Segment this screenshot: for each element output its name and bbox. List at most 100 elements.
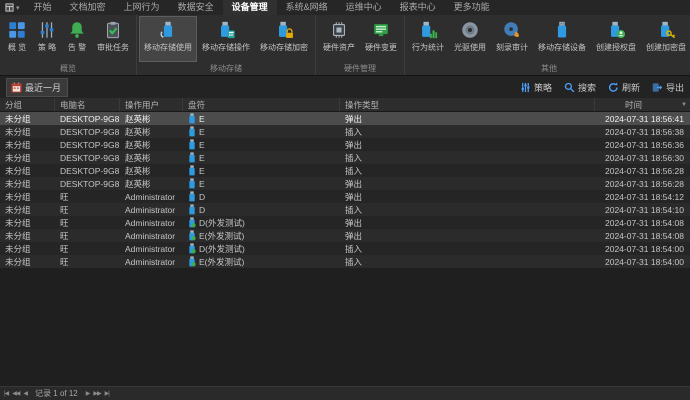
column-header-2[interactable]: 操作用户 <box>120 98 183 111</box>
cell-time: 2024-07-31 18:56:28 <box>595 179 690 189</box>
menu-tab-0[interactable]: 开始 <box>25 0 61 15</box>
usb-usage-icon <box>158 20 178 40</box>
cell-group: 未分组 <box>0 243 55 255</box>
pager-right-button-1[interactable]: ▶▶ <box>93 390 100 397</box>
ribbon-button-label: 告 警 <box>68 42 86 53</box>
menu-tab-5[interactable]: 系统&网络 <box>277 0 337 15</box>
column-header-1[interactable]: 电脑名 <box>55 98 120 111</box>
create-grant-disk-icon <box>606 20 626 40</box>
usb-operation-icon <box>216 20 236 40</box>
ribbon-button-label: 光驱使用 <box>454 42 486 53</box>
toolbar-action-0[interactable]: 策略 <box>520 81 552 94</box>
menu-tab-3[interactable]: 数据安全 <box>169 0 223 15</box>
cell-group: 未分组 <box>0 217 55 229</box>
column-header-label: 电脑名 <box>60 99 86 111</box>
cell-time: 2024-07-31 18:54:08 <box>595 231 690 241</box>
toolbar-action-3[interactable]: 导出 <box>652 81 684 94</box>
table-row-9[interactable]: 未分组旺AdministratorE(外发测试)弹出2024-07-31 18:… <box>0 229 690 242</box>
drive-letter: E <box>199 127 205 137</box>
ribbon-button-0-0[interactable]: 概 览 <box>2 16 32 62</box>
usb-device-icon <box>552 20 572 40</box>
drive-letter: E <box>199 166 205 176</box>
cell-time: 2024-07-31 18:54:10 <box>595 205 690 215</box>
table-row-7[interactable]: 未分组旺AdministratorD插入2024-07-31 18:54:10 <box>0 203 690 216</box>
menu-tab-8[interactable]: 更多功能 <box>445 0 499 15</box>
cell-time: 2024-07-31 18:54:00 <box>595 244 690 254</box>
cell-group: 未分组 <box>0 165 55 177</box>
ribbon-button-1-0[interactable]: 移动存储使用 <box>139 16 197 62</box>
pager-left-button-2[interactable]: ◀ <box>23 390 27 397</box>
pager-right-button-0[interactable]: ▶ <box>86 390 90 397</box>
drive-letter: E(外发测试) <box>199 230 244 242</box>
usb-blue-icon <box>188 191 196 202</box>
date-range-button[interactable]: 最近一月 <box>6 78 68 97</box>
cell-user: Administrator <box>120 244 183 254</box>
pager-right: ▶▶▶ ▶| <box>86 390 109 397</box>
date-range-label: 最近一月 <box>25 81 61 94</box>
cell-user: Administrator <box>120 231 183 241</box>
column-header-5[interactable]: 时间▼ <box>595 98 690 111</box>
table-row-8[interactable]: 未分组旺AdministratorD(外发测试)弹出2024-07-31 18:… <box>0 216 690 229</box>
table-row-11[interactable]: 未分组旺AdministratorE(外发测试)插入2024-07-31 18:… <box>0 255 690 268</box>
ribbon-button-3-1[interactable]: 光驱使用 <box>449 16 491 62</box>
toolbar-action-2[interactable]: 刷新 <box>608 81 640 94</box>
column-header-4[interactable]: 操作类型 <box>340 98 595 111</box>
cell-drive: D(外发测试) <box>183 243 340 255</box>
menu-tab-4[interactable]: 设备管理 <box>223 0 277 16</box>
ribbon-button-0-1[interactable]: 策 略 <box>32 16 62 62</box>
menu-tab-6[interactable]: 运维中心 <box>337 0 391 15</box>
ribbon-button-0-2[interactable]: 告 警 <box>62 16 92 62</box>
ribbon-button-2-0[interactable]: 硬件资产 <box>318 16 360 62</box>
usb-encrypt-icon <box>274 20 294 40</box>
usb-blue-icon <box>188 152 196 163</box>
table-row-6[interactable]: 未分组旺AdministratorD弹出2024-07-31 18:54:12 <box>0 190 690 203</box>
table-row-10[interactable]: 未分组旺AdministratorD(外发测试)插入2024-07-31 18:… <box>0 242 690 255</box>
approval-task-icon <box>103 20 123 40</box>
cell-time: 2024-07-31 18:54:12 <box>595 192 690 202</box>
device-management-console: ▾ 开始文档加密上网行为数据安全设备管理系统&网络运维中心报表中心更多功能 概 … <box>0 0 690 400</box>
ribbon-button-3-0[interactable]: 行为统计 <box>407 16 449 62</box>
cell-computer: DESKTOP-9G8NA80 <box>55 114 120 124</box>
ribbon-button-3-3[interactable]: 移动存储设备 <box>533 16 591 62</box>
ribbon-button-0-3[interactable]: 审批任务 <box>92 16 134 62</box>
ribbon-button-3-2[interactable]: 刻录审计 <box>491 16 533 62</box>
cell-group: 未分组 <box>0 152 55 164</box>
ribbon: 概 览策 略告 警审批任务概览移动存储使用移动存储操作移动存储加密移动存储硬件资… <box>0 15 690 76</box>
ribbon-button-label: 创建授权盘 <box>596 42 636 53</box>
usb-blue-icon <box>188 178 196 189</box>
menu-tab-2[interactable]: 上网行为 <box>115 0 169 15</box>
pager-left-button-1[interactable]: ◀◀ <box>12 390 19 397</box>
drive-letter: E(外发测试) <box>199 256 244 268</box>
ribbon-group-caption: 移动存储 <box>139 62 313 75</box>
ribbon-button-3-4[interactable]: 创建授权盘 <box>591 16 641 62</box>
table-row-1[interactable]: 未分组DESKTOP-9G8NA80赵英彬E插入2024-07-31 18:56… <box>0 125 690 138</box>
toolbar-action-1[interactable]: 搜索 <box>564 81 596 94</box>
menu-tab-1[interactable]: 文档加密 <box>61 0 115 15</box>
ribbon-button-1-2[interactable]: 移动存储加密 <box>255 16 313 62</box>
column-header-3[interactable]: 盘符 <box>183 98 340 111</box>
pager-right-button-2[interactable]: ▶| <box>105 390 109 397</box>
ribbon-button-label: 硬件变更 <box>365 42 397 53</box>
table-row-2[interactable]: 未分组DESKTOP-9G8NA80赵英彬E弹出2024-07-31 18:56… <box>0 138 690 151</box>
app-menu-button[interactable]: ▾ <box>0 3 25 12</box>
cell-drive: E <box>183 139 340 150</box>
cell-group: 未分组 <box>0 204 55 216</box>
ribbon-button-label: 创建加密盘 <box>646 42 686 53</box>
cell-time: 2024-07-31 18:56:30 <box>595 153 690 163</box>
table-row-3[interactable]: 未分组DESKTOP-9G8NA80赵英彬E插入2024-07-31 18:56… <box>0 151 690 164</box>
cell-group: 未分组 <box>0 230 55 242</box>
ribbon-button-1-1[interactable]: 移动存储操作 <box>197 16 255 62</box>
usb-blue-icon <box>188 113 196 124</box>
ribbon-button-2-1[interactable]: 硬件变更 <box>360 16 402 62</box>
cell-time: 2024-07-31 18:54:08 <box>595 218 690 228</box>
filter-dropdown-icon[interactable]: ▼ <box>681 102 690 108</box>
column-header-0[interactable]: 分组 <box>0 98 55 111</box>
table-row-5[interactable]: 未分组DESKTOP-9G8NA80赵英彬E弹出2024-07-31 18:56… <box>0 177 690 190</box>
menu-tab-7[interactable]: 报表中心 <box>391 0 445 15</box>
cell-group: 未分组 <box>0 178 55 190</box>
toolbar: 最近一月 策略搜索刷新导出 <box>0 76 690 98</box>
table-row-0[interactable]: 未分组DESKTOP-9G8NA80赵英彬E弹出2024-07-31 18:56… <box>0 112 690 125</box>
pager-left-button-0[interactable]: |◀ <box>4 390 8 397</box>
ribbon-button-3-5[interactable]: 创建加密盘 <box>641 16 690 62</box>
table-row-4[interactable]: 未分组DESKTOP-9G8NA80赵英彬E插入2024-07-31 18:56… <box>0 164 690 177</box>
